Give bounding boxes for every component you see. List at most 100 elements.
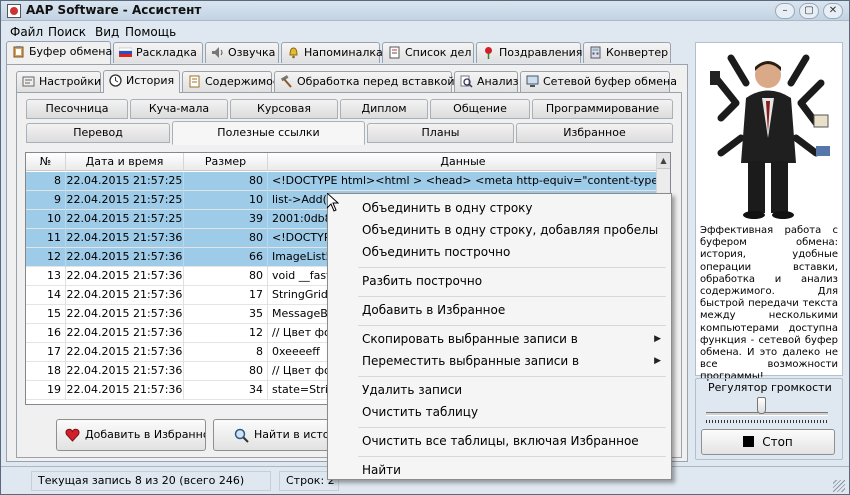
context-menu-item[interactable]: Очистить все таблицы, включая Избранное — [328, 431, 671, 452]
mouse-cursor-icon — [327, 193, 339, 212]
tab-label: Настройки — [39, 75, 102, 88]
history-tab-diploma[interactable]: Диплом — [340, 99, 428, 119]
add-to-favorites-button[interactable]: Добавить в Избранное — [56, 419, 206, 451]
menu-item-label: Разбить построчно — [362, 274, 483, 288]
volume-slider-thumb[interactable] — [756, 397, 766, 414]
row-num-cell: 13 — [26, 267, 66, 286]
menu-separator — [358, 456, 666, 457]
menu-help[interactable]: Помощь — [125, 25, 176, 39]
tab-network-clipboard[interactable]: Сетевой буфер обмена — [520, 71, 677, 92]
row-num-cell: 8 — [26, 172, 66, 191]
menu-search[interactable]: Поиск — [48, 25, 86, 39]
row-date-cell: 22.04.2015 21:57:36 — [66, 229, 184, 248]
window-title: AAP Software - Ассистент — [26, 3, 202, 17]
menu-separator — [358, 376, 666, 377]
row-size-cell: 10 — [184, 191, 268, 210]
row-date-cell: 22.04.2015 21:57:36 — [66, 343, 184, 362]
row-num-cell: 14 — [26, 286, 66, 305]
tab-label: Буфер обмена — [29, 45, 113, 58]
menu-separator — [358, 267, 666, 268]
column-header-num[interactable]: № — [26, 153, 66, 171]
tab-settings[interactable]: Настройки — [16, 71, 101, 92]
title-bar[interactable]: AAP Software - Ассистент – ▢ ✕ — [1, 1, 849, 21]
row-size-cell: 17 — [184, 286, 268, 305]
context-menu-item[interactable]: Удалить записи — [328, 380, 671, 401]
tab-voice[interactable]: Озвучка — [205, 42, 279, 63]
tab-analysis[interactable]: Анализ — [454, 71, 519, 92]
context-menu-item[interactable]: Добавить в Избранное — [328, 300, 671, 321]
context-menu-item[interactable]: Объединить построчно — [328, 242, 671, 263]
submenu-arrow-icon: ▶ — [654, 334, 661, 344]
menu-item-label: Очистить таблицу — [362, 405, 479, 419]
tab-clipboard[interactable]: Буфер обмена — [6, 41, 113, 64]
context-menu-item[interactable]: Найти — [328, 460, 671, 481]
row-date-cell: 22.04.2015 21:57:25 — [66, 172, 184, 191]
row-size-cell: 34 — [184, 381, 268, 400]
tab-label: Напоминалка — [304, 46, 383, 59]
stop-button[interactable]: Стоп — [701, 429, 835, 455]
resize-grip-icon[interactable] — [833, 480, 845, 492]
calculator-icon — [590, 46, 601, 59]
history-tab-favorites[interactable]: Избранное — [516, 123, 673, 143]
context-menu-item[interactable]: Объединить в одну строку — [328, 198, 671, 219]
menu-separator — [358, 296, 666, 297]
russian-flag-icon — [119, 47, 132, 57]
rose-icon — [485, 47, 492, 59]
row-date-cell: 22.04.2015 21:57:36 — [66, 248, 184, 267]
volume-ticks — [706, 420, 828, 423]
history-tab-coursework[interactable]: Курсовая — [230, 99, 338, 119]
magnifier-icon — [460, 75, 473, 88]
context-menu-item[interactable]: Очистить таблицу — [328, 402, 671, 423]
tab-converter[interactable]: Конвертер — [583, 42, 671, 63]
volume-slider[interactable] — [706, 412, 828, 416]
context-menu-item[interactable]: Переместить выбранные записи в ▶ — [328, 351, 671, 372]
menu-view[interactable]: Вид — [95, 25, 119, 39]
context-menu-item[interactable]: Объединить в одну строку, добавляя пробе… — [328, 220, 671, 241]
history-tab-translation[interactable]: Перевод — [26, 123, 170, 143]
tab-history[interactable]: История — [103, 70, 180, 93]
app-logo-icon — [7, 4, 21, 18]
table-row[interactable]: 8 22.04.2015 21:57:25 80 <!DOCTYPE html><ht… — [26, 172, 658, 191]
tab-preprocessing[interactable]: Обработка перед вставкой — [274, 71, 455, 92]
column-header-data[interactable]: Данные — [268, 153, 658, 171]
tab-layout[interactable]: Раскладка — [113, 42, 203, 63]
column-header-size[interactable]: Размер — [184, 153, 268, 171]
row-date-cell: 22.04.2015 21:57:25 — [66, 210, 184, 229]
row-date-cell: 22.04.2015 21:57:36 — [66, 324, 184, 343]
row-size-cell: 66 — [184, 248, 268, 267]
history-tab-heap[interactable]: Куча-мала — [130, 99, 228, 119]
tab-label: Содержимое — [205, 75, 280, 88]
history-tab-communication[interactable]: Общение — [430, 99, 530, 119]
button-label: Добавить в Избранное — [85, 428, 206, 441]
history-tab-programming[interactable]: Программирование — [532, 99, 673, 119]
clock-icon — [109, 74, 122, 87]
context-menu-item[interactable]: Скопировать выбранные записи в ▶ — [328, 329, 671, 350]
minimize-button[interactable]: – — [775, 3, 795, 19]
row-date-cell: 22.04.2015 21:57:25 — [66, 191, 184, 210]
close-button[interactable]: ✕ — [823, 3, 843, 19]
menu-item-label: Объединить в одну строку — [362, 201, 533, 215]
menu-bar: Файл Поиск Вид Помощь — [1, 22, 849, 40]
row-size-cell: 39 — [184, 210, 268, 229]
promo-description: Эффективная работа с буфером обмена: ист… — [700, 225, 838, 383]
history-tab-sandbox[interactable]: Песочница — [26, 99, 128, 119]
tab-label: Озвучка — [228, 46, 276, 59]
menu-file[interactable]: Файл — [10, 25, 43, 39]
tab-todo[interactable]: Список дел — [382, 42, 474, 63]
tab-reminder[interactable]: Напоминалка — [281, 42, 383, 63]
tab-greetings[interactable]: Поздравления — [476, 42, 582, 63]
submenu-arrow-icon: ▶ — [654, 356, 661, 366]
context-menu-item[interactable]: Разбить построчно — [328, 271, 671, 292]
history-tab-useful-links[interactable]: Полезные ссылки — [172, 121, 365, 145]
history-tab-plans[interactable]: Планы — [367, 123, 514, 143]
maximize-button[interactable]: ▢ — [799, 3, 819, 19]
row-date-cell: 22.04.2015 21:57:36 — [66, 267, 184, 286]
menu-separator — [358, 427, 666, 428]
clipboard-subtabs: Настройки История Содержимое Обработка п… — [16, 70, 677, 93]
tab-label: История — [126, 74, 175, 87]
tab-label: Список дел — [405, 46, 472, 59]
scroll-up-arrow-icon[interactable]: ▲ — [657, 153, 670, 169]
column-header-date[interactable]: Дата и время — [66, 153, 184, 171]
tab-label: Обработка перед вставкой — [297, 75, 455, 88]
tab-contents[interactable]: Содержимое — [182, 71, 280, 92]
